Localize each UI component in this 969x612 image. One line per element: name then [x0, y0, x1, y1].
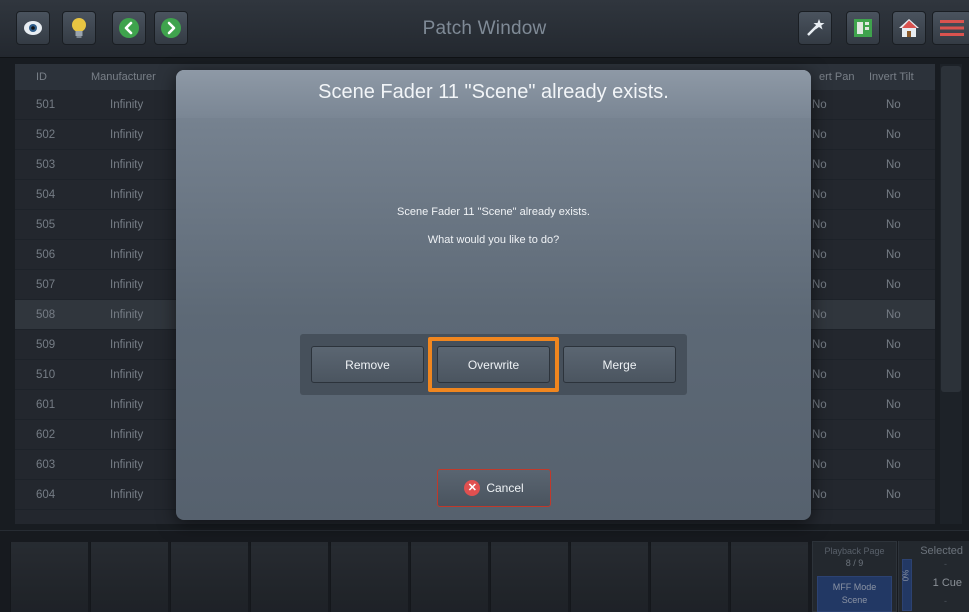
layout-icon: [854, 19, 872, 37]
merge-button[interactable]: Merge: [563, 346, 676, 383]
overwrite-highlight: [428, 337, 559, 392]
close-icon: ✕: [464, 480, 481, 496]
home-icon: [899, 19, 919, 37]
dialog-title: Scene Fader 11 "Scene" already exists.: [318, 81, 669, 103]
remove-button[interactable]: Remove: [311, 346, 424, 383]
dialog-message: Scene Fader 11 "Scene" already exists.: [397, 206, 590, 218]
dialog-question: What would you like to do?: [427, 234, 560, 246]
home-button[interactable]: [892, 11, 926, 45]
cancel-button[interactable]: ✕ Cancel: [437, 469, 551, 507]
cancel-label: Cancel: [486, 481, 524, 495]
dialog-header: Scene Fader 11 "Scene" already exists.: [176, 70, 811, 118]
layout-button[interactable]: [846, 11, 880, 45]
scene-exists-dialog: Scene Fader 11 "Scene" already exists. S…: [176, 70, 811, 520]
menu-icon: [940, 20, 964, 36]
top-toolbar: Patch Window: [0, 0, 969, 58]
magic-wand-button[interactable]: [798, 11, 832, 45]
magic-wand-icon: [807, 19, 825, 36]
menu-button[interactable]: [932, 11, 969, 45]
